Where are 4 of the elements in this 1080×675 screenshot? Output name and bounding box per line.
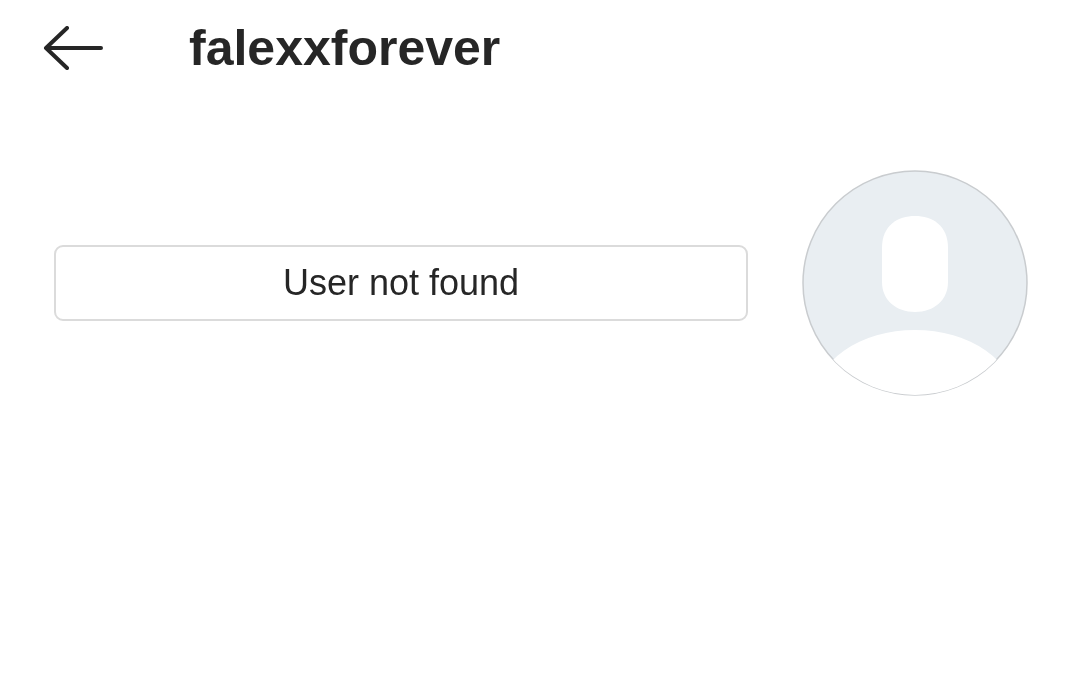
user-not-found-button[interactable]: User not found xyxy=(54,245,748,321)
back-arrow-icon[interactable] xyxy=(43,26,103,70)
username-title: falexxforever xyxy=(189,19,501,77)
avatar-icon xyxy=(802,170,1028,396)
